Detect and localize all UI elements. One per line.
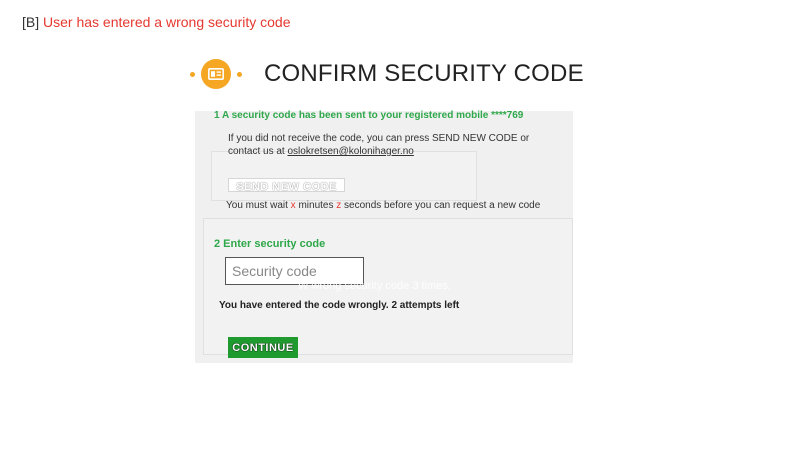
page-header: CONFIRM SECURITY CODE bbox=[190, 54, 584, 94]
wait-text-part3: seconds before you can request a new cod… bbox=[341, 200, 541, 211]
step1-heading: 1 A security code has been sent to your … bbox=[214, 110, 524, 121]
error-message: You have entered the code wrongly. 2 att… bbox=[219, 300, 460, 311]
faded-overlay-text: W wrong security code 3 times, bbox=[298, 280, 451, 292]
continue-button[interactable]: CONTINUE bbox=[228, 337, 298, 358]
send-new-code-button[interactable]: SEND NEW CODE bbox=[228, 178, 345, 193]
id-card-icon bbox=[201, 59, 231, 89]
slide-caption-text: User has entered a wrong security code bbox=[43, 14, 291, 30]
wait-text-part2: minutes bbox=[295, 200, 337, 211]
step1-info: If you did not receive the code, you can… bbox=[228, 132, 558, 158]
decor-dot-left bbox=[190, 71, 195, 77]
slide-tag: [B] bbox=[22, 14, 40, 30]
contact-email-link[interactable]: oslokretsen@kolonihager.no bbox=[287, 146, 413, 157]
wait-message: You must wait x minutes z seconds before… bbox=[226, 200, 540, 211]
slide-caption: [B] User has entered a wrong security co… bbox=[22, 14, 290, 30]
wait-text-part1: You must wait bbox=[226, 200, 291, 211]
page-title: CONFIRM SECURITY CODE bbox=[264, 60, 584, 87]
step2-heading: 2 Enter security code bbox=[214, 238, 326, 250]
decor-dot-right bbox=[237, 71, 242, 77]
